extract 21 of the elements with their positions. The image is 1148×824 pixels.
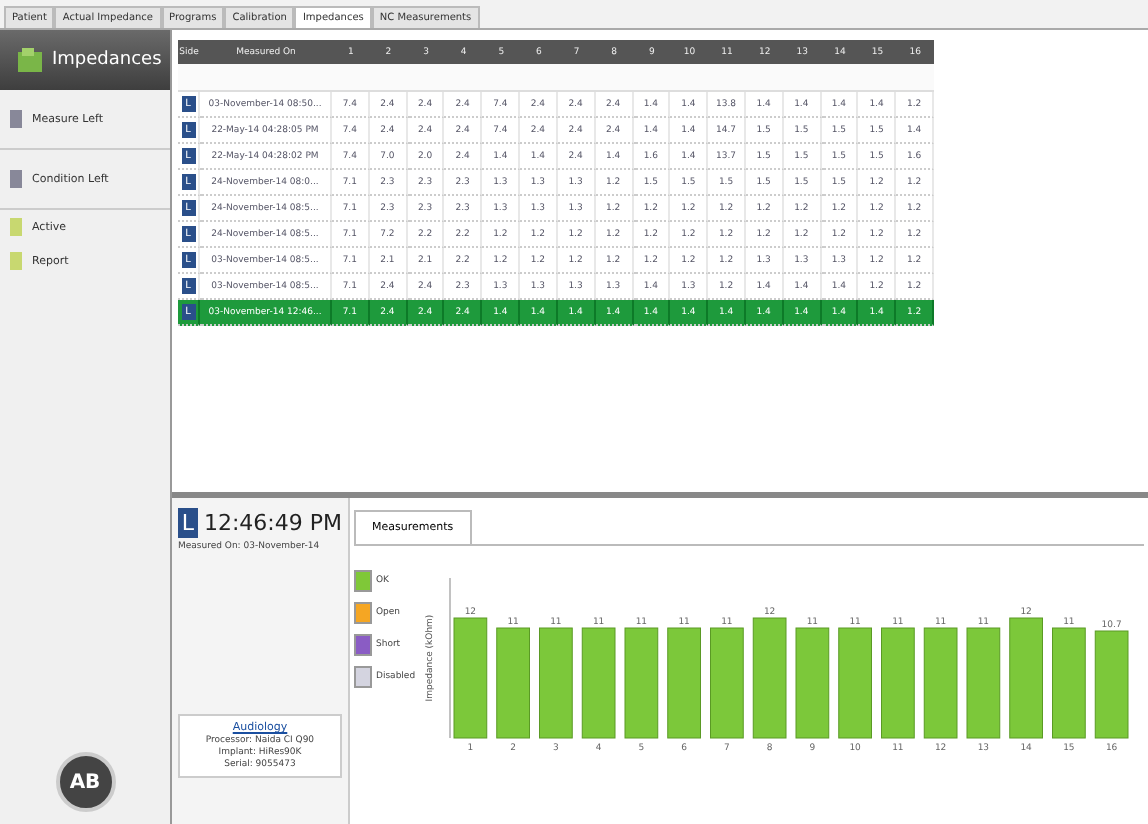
sidebar-title: Impedances bbox=[52, 50, 162, 70]
bar bbox=[496, 627, 530, 739]
time-label: 12:46:49 PM bbox=[203, 510, 342, 536]
bar bbox=[581, 627, 616, 739]
bar bbox=[923, 627, 958, 739]
bar bbox=[1052, 627, 1086, 739]
bar bbox=[1009, 617, 1043, 739]
bar bbox=[795, 627, 830, 739]
bar bbox=[838, 627, 872, 739]
bar bbox=[453, 617, 488, 739]
bar bbox=[624, 627, 659, 739]
side-badge: L bbox=[178, 508, 198, 538]
folder-icon bbox=[16, 46, 44, 74]
logo: AB bbox=[55, 752, 115, 812]
bar bbox=[1094, 630, 1129, 739]
bar bbox=[752, 617, 787, 739]
bar bbox=[881, 627, 915, 739]
bar bbox=[710, 627, 744, 739]
bar bbox=[539, 627, 573, 739]
bar bbox=[667, 627, 701, 739]
bar bbox=[966, 627, 1001, 739]
